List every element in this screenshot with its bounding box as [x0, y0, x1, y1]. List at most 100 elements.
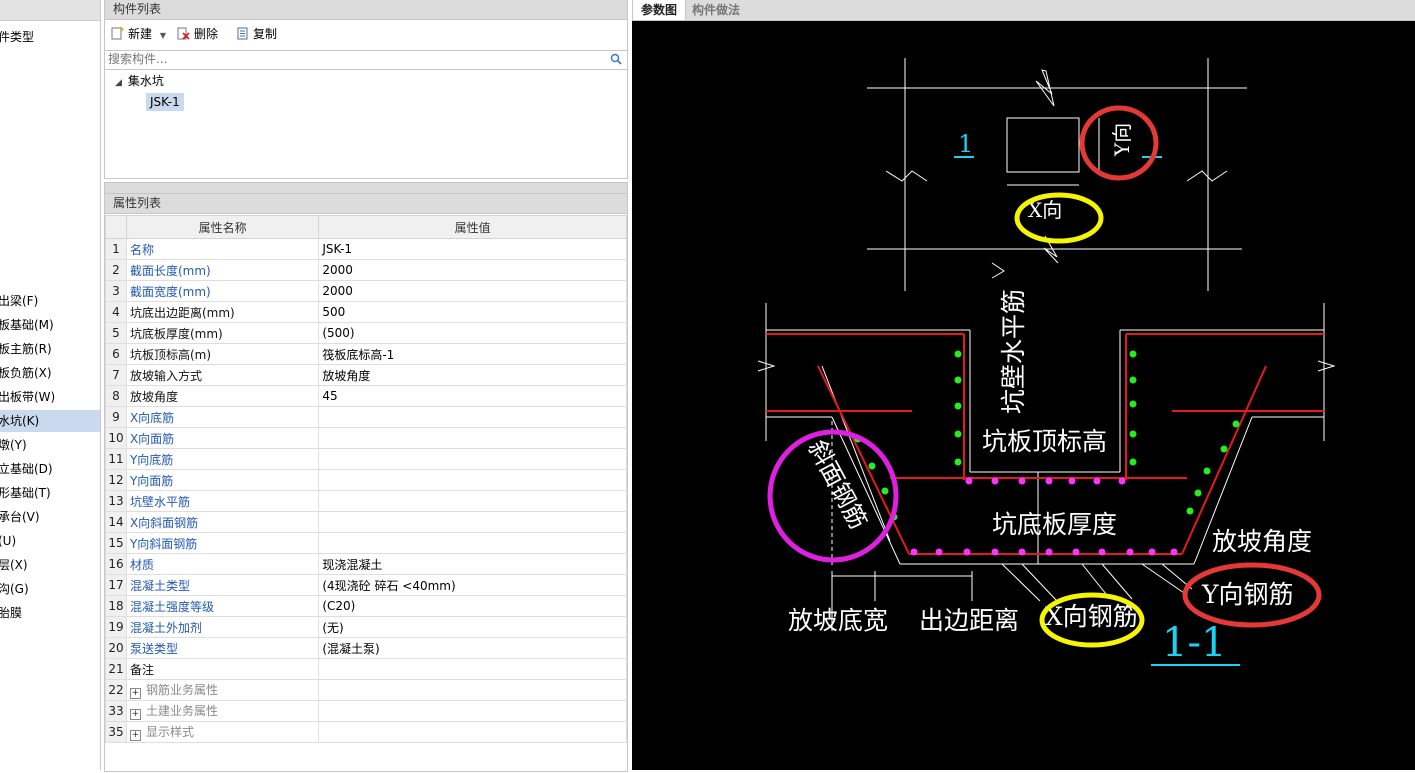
row-number: 1	[105, 238, 127, 260]
nav-item-isolated-footing[interactable]: 立基础(D)	[0, 458, 100, 480]
property-row[interactable]: 35 + 显示样式	[105, 721, 627, 743]
property-value[interactable]: 2000	[318, 259, 627, 281]
property-value[interactable]	[318, 406, 627, 428]
row-number: 13	[105, 490, 127, 512]
property-value[interactable]	[318, 448, 627, 470]
nav-item-beam[interactable]: 出梁(F)	[0, 290, 100, 312]
nav-item-layer[interactable]: 层(X)	[0, 554, 100, 576]
nav-item-trench[interactable]: 沟(G)	[0, 578, 100, 600]
nav-item-raft[interactable]: 板基础(M)	[0, 314, 100, 336]
nav-item-type[interactable]: 件类型	[0, 26, 100, 48]
property-value[interactable]: 2000	[318, 280, 627, 302]
property-value[interactable]: (500)	[318, 322, 627, 344]
property-row[interactable]: 14 X向斜面钢筋	[105, 511, 627, 533]
search-input[interactable]	[105, 51, 601, 67]
property-value[interactable]: JSK-1	[318, 238, 627, 260]
expand-icon[interactable]: +	[129, 709, 141, 720]
property-row[interactable]: 7 放坡输入方式 放坡角度	[105, 364, 627, 386]
property-row[interactable]: 33 + 土建业务属性	[105, 700, 627, 722]
property-row[interactable]: 12 Y向面筋	[105, 469, 627, 491]
row-number: 19	[105, 616, 127, 638]
delete-button[interactable]: 删除	[177, 24, 218, 44]
nav-item-pile-cap[interactable]: 承台(V)	[0, 506, 100, 528]
row-number: 22	[105, 679, 127, 701]
property-row[interactable]: 11 Y向底筋	[105, 448, 627, 470]
property-value[interactable]: (C20)	[318, 595, 627, 617]
tree-node-sump-pit[interactable]: ◢ 集水坑	[115, 72, 164, 90]
property-name: + 钢筋业务属性	[125, 679, 320, 701]
property-row[interactable]: 10 X向面筋	[105, 427, 627, 449]
view-tabs: 参数图 构件做法	[632, 0, 1415, 21]
property-row[interactable]: 13 坑壁水平筋	[105, 490, 627, 512]
property-row[interactable]: 22 + 钢筋业务属性	[105, 679, 627, 701]
slope-angle-label: 放坡角度	[1212, 527, 1312, 556]
property-row[interactable]: 17 混凝土类型 (4现浇砼 碎石 <40mm)	[105, 574, 627, 596]
property-value[interactable]	[318, 721, 627, 743]
property-row[interactable]: 18 混凝土强度等级 (C20)	[105, 595, 627, 617]
property-value[interactable]: 筏板底标高-1	[318, 343, 627, 365]
property-row[interactable]: 19 混凝土外加剂 (无)	[105, 616, 627, 638]
nav-item-main-bar[interactable]: 板主筋(R)	[0, 338, 100, 360]
section-mark-left: 1	[958, 130, 973, 158]
property-name: Y向面筋	[125, 469, 320, 491]
property-row[interactable]: 16 材质 现浇混凝土	[105, 553, 627, 575]
property-name: 名称	[125, 238, 320, 260]
property-table: 属性名称 属性值 1 名称 JSK-1 2 截面长度(mm) 2000 3 截面宽度(mm) 2…	[105, 215, 627, 743]
property-value[interactable]: (4现浇砼 碎石 <40mm)	[318, 574, 627, 596]
property-name: 坑壁水平筋	[125, 490, 320, 512]
property-value[interactable]: (混凝土泵)	[318, 637, 627, 659]
row-number: 35	[105, 721, 127, 743]
tab-component-method[interactable]: 构件做法	[684, 0, 748, 20]
nav-item-pier[interactable]: 墩(Y)	[0, 434, 100, 456]
property-value[interactable]	[318, 700, 627, 722]
property-name: 坑板顶标高(m)	[125, 343, 320, 365]
property-row[interactable]: 21 备注	[105, 658, 627, 680]
property-value[interactable]	[318, 679, 627, 701]
y-bar-label: Y向钢筋	[1201, 580, 1294, 609]
tree-node-label: 集水坑	[127, 74, 164, 88]
property-value[interactable]: 放坡角度	[318, 364, 627, 386]
property-value[interactable]	[318, 658, 627, 680]
tab-parameter-diagram[interactable]: 参数图	[632, 0, 687, 20]
property-value[interactable]: 现浇混凝土	[318, 553, 627, 575]
nav-item-strip-footing[interactable]: 形基础(T)	[0, 482, 100, 504]
nav-item-sump-pit[interactable]: 水坑(K)	[0, 410, 100, 432]
property-row[interactable]: 1 名称 JSK-1	[105, 238, 627, 260]
property-value-header: 属性值	[318, 215, 627, 239]
property-name: 泵送类型	[125, 637, 320, 659]
row-number: 14	[105, 511, 127, 533]
nav-item-label: 形基础(T)	[0, 486, 51, 500]
property-value[interactable]: (无)	[318, 616, 627, 638]
nav-item-membrane[interactable]: 胎膜	[0, 602, 100, 624]
tree-collapse-icon[interactable]: ◢	[115, 78, 122, 88]
parameter-diagram-canvas[interactable]: 1 Y向 X向 坑壁水平筋 坑板顶标高 斜面钢筋 坑底板厚度 放坡角度 Y向钢筋…	[632, 21, 1415, 770]
nav-item-label: 水坑(K)	[0, 414, 40, 428]
property-value[interactable]	[318, 427, 627, 449]
property-row[interactable]: 6 坑板顶标高(m) 筏板底标高-1	[105, 343, 627, 365]
property-row[interactable]: 9 X向底筋	[105, 406, 627, 428]
search-icon[interactable]	[610, 53, 622, 68]
property-row[interactable]: 2 截面长度(mm) 2000	[105, 259, 627, 281]
property-row[interactable]: 8 放坡角度 45	[105, 385, 627, 407]
expand-icon[interactable]: +	[129, 688, 141, 699]
nav-item-neg-bar[interactable]: 板负筋(X)	[0, 362, 100, 384]
nav-item-u[interactable]: (U)	[0, 530, 100, 552]
property-value[interactable]	[318, 511, 627, 533]
nav-item-label: 件类型	[0, 30, 35, 44]
property-value[interactable]	[318, 532, 627, 554]
nav-item-band[interactable]: 出板带(W)	[0, 386, 100, 408]
expand-icon[interactable]: +	[129, 730, 141, 741]
copy-button[interactable]: 复制	[236, 24, 277, 44]
property-value[interactable]	[318, 490, 627, 512]
row-number: 18	[105, 595, 127, 617]
property-value[interactable]	[318, 469, 627, 491]
property-row[interactable]: 3 截面宽度(mm) 2000	[105, 280, 627, 302]
property-row[interactable]: 20 泵送类型 (混凝土泵)	[105, 637, 627, 659]
property-row[interactable]: 4 坑底出边距离(mm) 500	[105, 301, 627, 323]
tree-node-jsk-1[interactable]: JSK-1	[146, 93, 184, 111]
property-row[interactable]: 15 Y向斜面钢筋	[105, 532, 627, 554]
new-button[interactable]: 新建 ▼	[111, 24, 166, 44]
property-value[interactable]: 45	[318, 385, 627, 407]
property-row[interactable]: 5 坑底板厚度(mm) (500)	[105, 322, 627, 344]
property-value[interactable]: 500	[318, 301, 627, 323]
